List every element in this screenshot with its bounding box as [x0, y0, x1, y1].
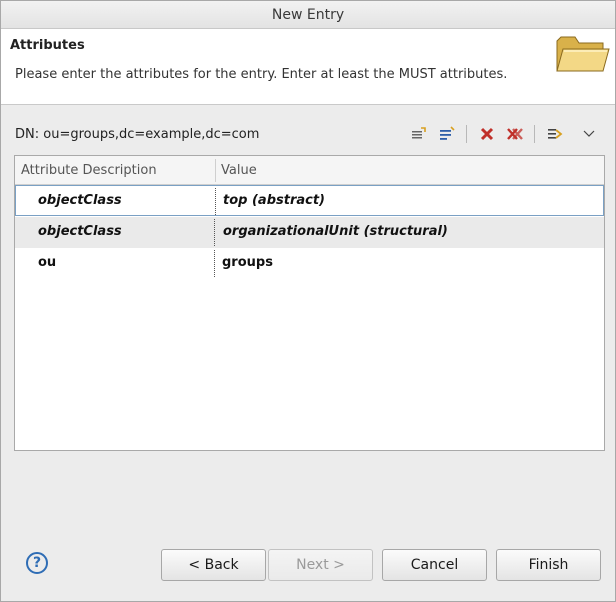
page-title: Attributes: [10, 38, 85, 53]
view-menu-icon[interactable]: [578, 123, 600, 145]
attribute-cell[interactable]: objectClass: [38, 217, 122, 246]
value-cell[interactable]: organizationalUnit (structural): [223, 217, 448, 246]
window-title: New Entry: [1, 1, 615, 29]
dn-label: DN: ou=groups,dc=example,dc=com: [15, 127, 260, 142]
new-entry-dialog: New Entry Attributes Please enter the at…: [0, 0, 616, 602]
attribute-cell[interactable]: objectClass: [38, 186, 122, 215]
value-cell[interactable]: groups: [222, 248, 273, 277]
column-divider: [215, 188, 216, 215]
attributes-table[interactable]: Attribute Description Value objectClass …: [14, 155, 605, 451]
expand-icon[interactable]: [544, 123, 566, 145]
delete-icon[interactable]: [476, 123, 498, 145]
finish-button[interactable]: Finish: [496, 549, 601, 581]
attribute-cell[interactable]: ou: [38, 248, 56, 277]
help-icon[interactable]: ?: [26, 552, 48, 574]
column-divider: [214, 219, 215, 246]
table-row[interactable]: ou groups: [15, 248, 604, 279]
column-header-attribute[interactable]: Attribute Description: [21, 156, 157, 185]
column-header-value[interactable]: Value: [221, 156, 257, 185]
toolbar-separator: [466, 125, 467, 143]
toolbar-separator: [534, 125, 535, 143]
wizard-header: Attributes Please enter the attributes f…: [1, 29, 615, 105]
folder-icon: [556, 36, 610, 72]
table-row[interactable]: objectClass top (abstract): [15, 185, 604, 216]
table-row[interactable]: objectClass organizationalUnit (structur…: [15, 217, 604, 248]
column-divider: [215, 159, 216, 182]
delete-all-icon[interactable]: [504, 123, 526, 145]
back-button[interactable]: < Back: [161, 549, 266, 581]
next-button[interactable]: Next >: [268, 549, 373, 581]
value-cell[interactable]: top (abstract): [223, 186, 325, 215]
column-divider: [214, 250, 215, 277]
new-attribute-icon[interactable]: [408, 123, 430, 145]
page-description: Please enter the attributes for the entr…: [15, 67, 508, 82]
table-header: Attribute Description Value: [15, 156, 604, 185]
new-value-icon[interactable]: [436, 123, 458, 145]
cancel-button[interactable]: Cancel: [382, 549, 487, 581]
